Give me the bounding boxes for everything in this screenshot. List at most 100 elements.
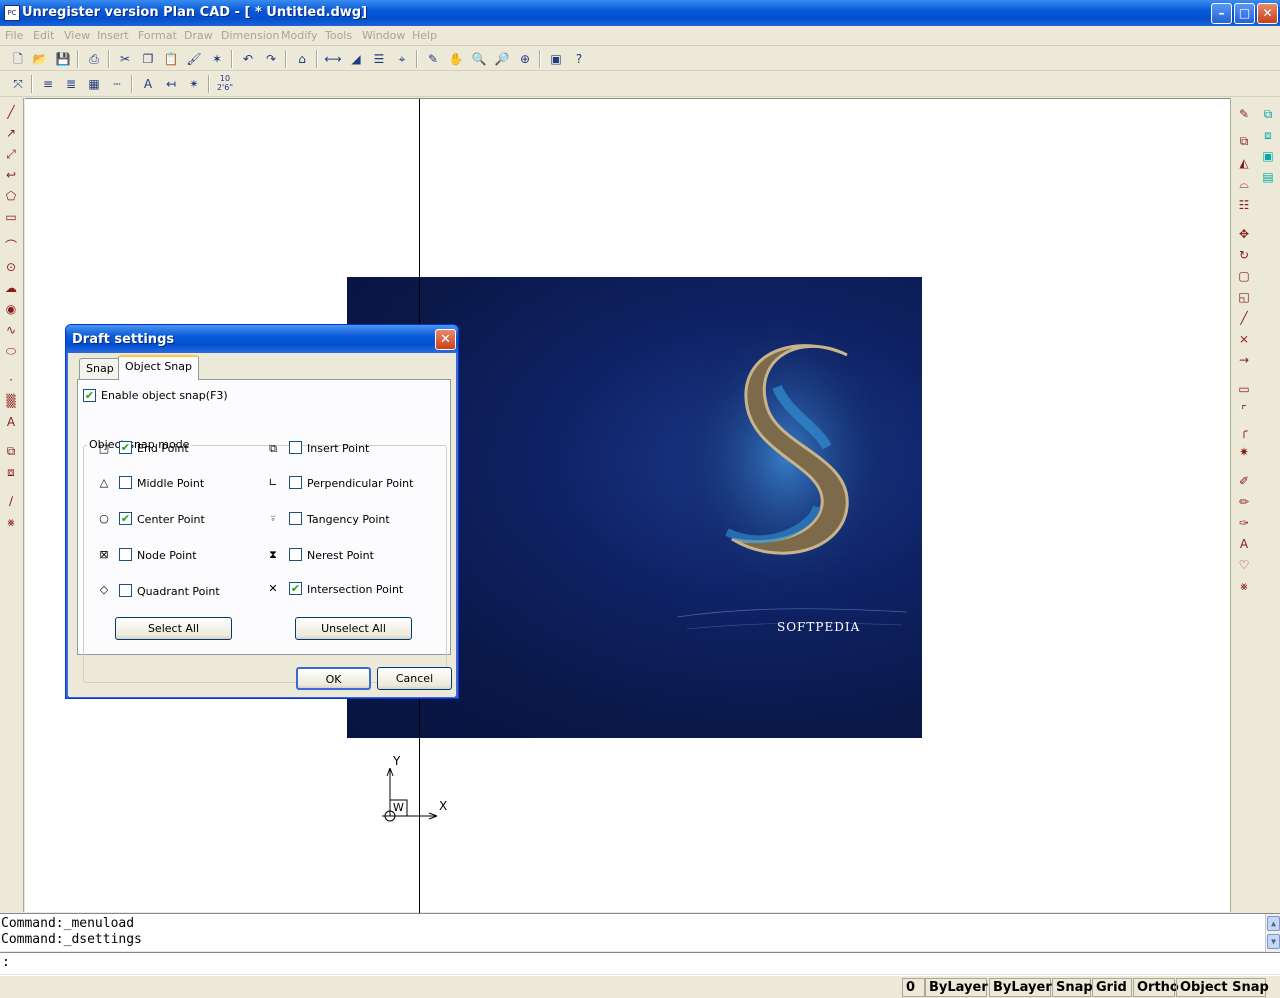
menu-edit[interactable]: Edit (33, 29, 54, 42)
offset-icon[interactable]: ⌓ (1234, 174, 1254, 194)
divide-icon[interactable]: ∕ (1, 491, 21, 511)
send-under-icon[interactable]: ▤ (1258, 167, 1278, 187)
middle-point-checkbox[interactable] (119, 476, 132, 489)
menu-help[interactable]: Help (412, 29, 437, 42)
rotate-icon[interactable]: ↻ (1234, 245, 1254, 265)
insert-block-icon[interactable]: ⧉ (1, 441, 21, 461)
perpendicular-point-checkbox[interactable] (289, 476, 302, 489)
trim-icon[interactable]: ⨯ (1234, 329, 1254, 349)
menu-tools[interactable]: Tools (325, 29, 352, 42)
ellipse-icon[interactable]: ⬭ (1, 341, 21, 361)
menu-modify[interactable]: Modify (281, 29, 317, 42)
linetype-icon[interactable]: ┄ (107, 74, 127, 94)
cut-icon[interactable]: ✂ (115, 49, 135, 69)
zoom-icon[interactable]: 🔍 (469, 49, 489, 69)
spline-icon[interactable]: ∿ (1, 320, 21, 340)
line-icon[interactable]: ╱ (1, 102, 21, 122)
minimize-button[interactable]: – (1211, 3, 1232, 24)
layout-icon[interactable]: ▣ (546, 49, 566, 69)
erase-icon[interactable]: ✎ (1234, 104, 1254, 124)
print-icon[interactable]: ⎙ (84, 49, 104, 69)
properties-brush-icon[interactable]: ✶ (207, 49, 227, 69)
measure-icon[interactable]: ⨳ (1, 512, 21, 532)
enable-object-snap-checkbox[interactable]: ✔ (83, 389, 96, 402)
polygon-icon[interactable]: ⬠ (1, 186, 21, 206)
help-icon[interactable]: ? (569, 49, 589, 69)
menu-insert[interactable]: Insert (97, 29, 129, 42)
area-icon[interactable]: ◢ (346, 49, 366, 69)
fillet-icon[interactable]: ╭ (1234, 421, 1254, 441)
quadrant-point-checkbox[interactable] (119, 584, 132, 597)
distance-icon[interactable]: ⟷ (323, 49, 343, 69)
layer-manager-icon[interactable]: ≣ (61, 74, 81, 94)
revcloud-icon[interactable]: ☁ (1, 278, 21, 298)
close-button[interactable]: ✕ (1257, 3, 1278, 24)
draw-order-back-icon[interactable]: ⧈ (1258, 125, 1278, 145)
menu-dimension[interactable]: Dimension (221, 29, 279, 42)
polyline-icon[interactable]: ↩ (1, 165, 21, 185)
command-input[interactable]: : (0, 952, 1280, 974)
cancel-button[interactable]: Cancel (377, 667, 452, 690)
center-point-checkbox[interactable]: ✔ (119, 512, 132, 525)
bring-above-icon[interactable]: ▣ (1258, 146, 1278, 166)
redo-icon[interactable]: ↷ (261, 49, 281, 69)
edit-text-icon[interactable]: A (1234, 534, 1254, 554)
donut-icon[interactable]: ◉ (1, 299, 21, 319)
circle-icon[interactable]: ⊙ (1, 257, 21, 277)
unselect-all-button[interactable]: Unselect All (295, 617, 412, 640)
zoom-extents-icon[interactable]: ⊕ (515, 49, 535, 69)
status-snap-toggle[interactable]: Snap (1052, 978, 1093, 997)
mtext-icon[interactable]: A (1, 412, 21, 432)
edit-polyline-icon[interactable]: ✐ (1234, 471, 1254, 491)
select-all-button[interactable]: Select All (115, 617, 232, 640)
lengthen-icon[interactable]: ╱ (1234, 308, 1254, 328)
match-properties-icon[interactable]: 🖌 (184, 49, 204, 69)
point-style-icon[interactable]: ✴ (184, 74, 204, 94)
dialog-title-bar[interactable]: Draft settings ✕ (66, 325, 458, 353)
make-block-icon[interactable]: ⧈ (1, 462, 21, 482)
explode-icon[interactable]: ✷ (1234, 442, 1254, 462)
menu-file[interactable]: File (5, 29, 23, 42)
text-style-icon[interactable]: A (138, 74, 158, 94)
chamfer-icon[interactable]: ⌜ (1234, 400, 1254, 420)
edit-attribute-icon[interactable]: ♡ (1234, 555, 1254, 575)
pan-icon[interactable]: ✋ (446, 49, 466, 69)
edit-dimension-icon[interactable]: ⨳ (1234, 576, 1254, 596)
ucs-icon[interactable]: ⤧ (8, 74, 28, 94)
paste-icon[interactable]: 📋 (161, 49, 181, 69)
ray-icon[interactable]: ↗ (1, 123, 21, 143)
status-current-layer[interactable]: 0 (902, 978, 925, 997)
status-linetype[interactable]: ByLayer (989, 978, 1052, 997)
insert-point-checkbox[interactable] (289, 441, 302, 454)
status-color[interactable]: ByLayer (925, 978, 988, 997)
command-history-scrollbar[interactable]: ▲ ▼ (1265, 914, 1280, 952)
extend-icon[interactable]: → (1234, 350, 1254, 370)
menu-format[interactable]: Format (138, 29, 177, 42)
coordinates-icon[interactable]: ⌖ (392, 49, 412, 69)
edit-spline-icon[interactable]: ✏ (1234, 492, 1254, 512)
move-icon[interactable]: ✥ (1234, 224, 1254, 244)
nearest-point-checkbox[interactable] (289, 548, 302, 561)
status-grid-toggle[interactable]: Grid (1092, 978, 1132, 997)
rectangle-icon[interactable]: ▭ (1, 207, 21, 227)
scroll-up-icon[interactable]: ▲ (1267, 916, 1280, 931)
point-icon[interactable]: · (1, 370, 21, 390)
dialog-close-button[interactable]: ✕ (435, 329, 456, 350)
maximize-button[interactable]: □ (1234, 3, 1255, 24)
draw-order-front-icon[interactable]: ⧉ (1258, 104, 1278, 124)
dim-style-icon[interactable]: ↤ (161, 74, 181, 94)
list-icon[interactable]: ☰ (369, 49, 389, 69)
redraw-icon[interactable]: ✎ (423, 49, 443, 69)
stretch-icon[interactable]: ◱ (1234, 287, 1254, 307)
ok-button[interactable]: OK (296, 667, 371, 690)
copy-object-icon[interactable]: ⧉ (1234, 131, 1254, 151)
edit-hatch-icon[interactable]: ✑ (1234, 513, 1254, 533)
mirror-icon[interactable]: ◭ (1234, 153, 1254, 173)
save-icon[interactable]: 💾 (53, 49, 73, 69)
new-icon[interactable]: 🗋 (8, 49, 28, 69)
tangency-point-checkbox[interactable] (289, 512, 302, 525)
status-ortho-toggle[interactable]: Ortho (1133, 978, 1179, 997)
block-icon[interactable]: ⌂ (292, 49, 312, 69)
menu-window[interactable]: Window (362, 29, 405, 42)
arc-icon[interactable]: ⌒ (1, 236, 21, 256)
